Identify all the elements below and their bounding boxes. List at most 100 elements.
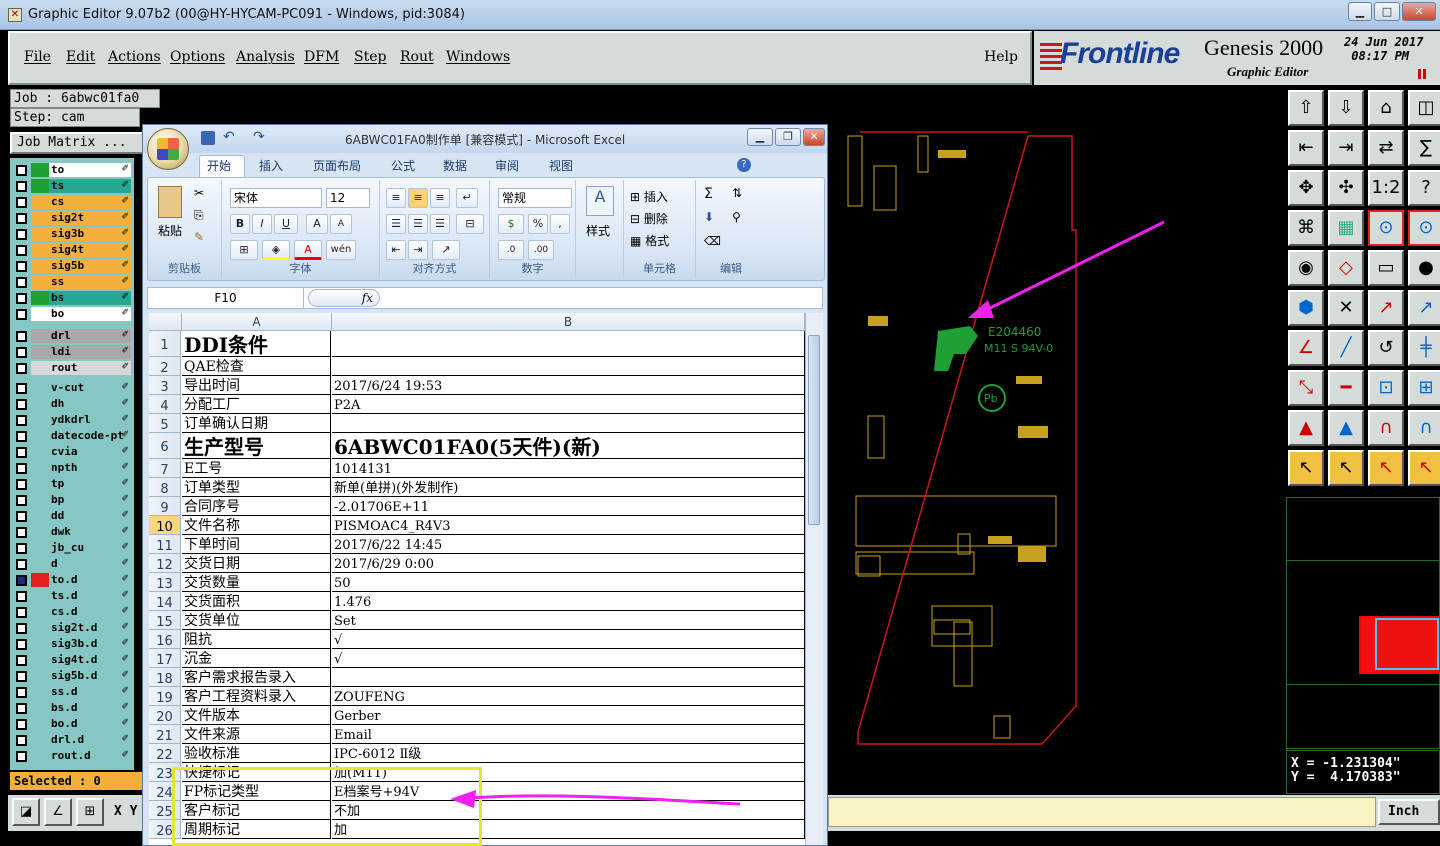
measure-icon[interactable]: ⌘ — [1288, 210, 1324, 246]
layer-row-sig3b.d[interactable]: sig3b.d ✐ — [10, 636, 134, 652]
layer-checkbox[interactable] — [16, 463, 27, 474]
layer-checkbox[interactable] — [16, 575, 27, 586]
layer-checkbox[interactable] — [16, 447, 27, 458]
fit-icon[interactable]: ✥ — [1288, 170, 1324, 206]
menu-windows[interactable]: Windows — [446, 49, 510, 65]
angle-icon[interactable]: ∠ — [1288, 330, 1324, 366]
row-header[interactable]: 17 — [149, 649, 181, 668]
menu-step[interactable]: Step — [354, 49, 386, 65]
layer-checkbox[interactable] — [16, 309, 27, 320]
net-icon[interactable]: ⊙ — [1368, 210, 1404, 246]
layer-row-rout[interactable]: rout ✐ — [10, 360, 134, 376]
row-header[interactable]: 20 — [149, 706, 181, 725]
cell-b[interactable]: ZOUFENG — [332, 687, 805, 706]
align-left-icon[interactable]: ☰ — [386, 214, 406, 234]
font-color-icon[interactable]: A — [294, 240, 322, 260]
row-header[interactable]: 12 — [149, 554, 181, 573]
cell-b[interactable]: 50 — [332, 573, 805, 592]
polygon-icon[interactable]: ◇ — [1328, 250, 1364, 286]
shrink-font-button[interactable]: A — [330, 214, 352, 234]
cell-a[interactable]: 订单类型 — [182, 478, 331, 497]
layer-checkbox[interactable] — [16, 415, 27, 426]
line-red-icon[interactable]: ↗ — [1368, 290, 1404, 326]
tab-review[interactable]: 审阅 — [495, 157, 519, 174]
layer-row-ts[interactable]: ts ✐ — [10, 178, 134, 194]
layer-checkbox[interactable] — [16, 735, 27, 746]
net-alt-icon[interactable]: ⊙ — [1408, 210, 1440, 246]
layer-row-jb_cu[interactable]: jb_cu ✐ — [10, 540, 134, 556]
layer-checkbox[interactable] — [16, 559, 27, 570]
italic-button[interactable]: I — [252, 214, 272, 234]
cell-b[interactable]: 6ABWC01FA0(5天件)(新) — [332, 433, 805, 459]
percent-icon[interactable]: % — [528, 214, 548, 234]
layer-row-bo.d[interactable]: bo.d ✐ — [10, 716, 134, 732]
border-icon[interactable]: ⊞ — [230, 240, 258, 260]
find-icon[interactable]: ⚲ — [732, 210, 741, 224]
cell-b[interactable]: P2A — [332, 395, 805, 414]
layer-checkbox[interactable] — [16, 347, 27, 358]
font-size-select[interactable]: 12 — [326, 188, 370, 208]
cell-b[interactable]: Gerber — [332, 706, 805, 725]
layer-checkbox[interactable] — [16, 623, 27, 634]
menu-analysis[interactable]: Analysis — [236, 49, 295, 65]
layer-row-tp[interactable]: tp ✐ — [10, 476, 134, 492]
record-icon[interactable]: ● — [1408, 250, 1440, 286]
excel-close-button[interactable]: ✕ — [803, 128, 825, 146]
format-cells-button[interactable]: ▦ 格式 — [630, 232, 669, 249]
bold-button[interactable]: B — [230, 214, 250, 234]
layer-row-sig4t[interactable]: sig4t ✐ — [10, 242, 134, 258]
row-header[interactable]: 14 — [149, 592, 181, 611]
cell-b[interactable]: 1014131 — [332, 459, 805, 478]
fill-icon[interactable]: ⬇ — [704, 210, 714, 224]
layer-checkbox[interactable] — [16, 197, 27, 208]
layer-row-rout.d[interactable]: rout.d ✐ — [10, 748, 134, 764]
styles-icon[interactable]: A — [586, 186, 614, 216]
insert-cells-button[interactable]: ⊞ 插入 — [630, 188, 668, 205]
align-right-icon[interactable]: ☰ — [430, 214, 450, 234]
layer-checkbox[interactable] — [16, 719, 27, 730]
layer-checkbox[interactable] — [16, 751, 27, 762]
layer-row-to[interactable]: to ✐ — [10, 162, 134, 178]
home-icon[interactable]: ⌂ — [1368, 90, 1404, 126]
layer-checkbox[interactable] — [16, 671, 27, 682]
snapshot-icon[interactable]: ◉ — [1288, 250, 1324, 286]
layer-checkbox[interactable] — [16, 687, 27, 698]
paste-icon[interactable] — [158, 186, 182, 218]
move-up-icon[interactable]: ⇧ — [1288, 90, 1324, 126]
format-painter-icon[interactable]: ✎ — [194, 230, 204, 244]
split-icon[interactable]: ◫ — [1408, 90, 1440, 126]
copy-node-icon[interactable]: ⤡ — [1288, 370, 1324, 406]
insert-function-button[interactable]: fx — [308, 289, 380, 307]
align-top-icon[interactable]: ≡ — [386, 188, 406, 208]
unit-button[interactable]: Inch — [1378, 799, 1440, 825]
export-icon[interactable]: ⇥ — [1328, 130, 1364, 166]
cell-a[interactable]: QAE检查 — [182, 357, 331, 376]
layer-checkbox[interactable] — [16, 591, 27, 602]
row-header[interactable]: 22 — [149, 744, 181, 763]
row-header[interactable]: 6 — [149, 433, 181, 459]
undo-icon[interactable]: ↶ — [223, 129, 235, 145]
name-box[interactable]: F10 — [148, 288, 304, 308]
cell-a[interactable]: 生产型号 — [182, 433, 331, 459]
tab-page-layout[interactable]: 页面布局 — [313, 157, 361, 174]
row-header[interactable]: 8 — [149, 478, 181, 497]
fill-color-icon[interactable]: ◈ — [262, 240, 290, 260]
cell-a[interactable]: 分配工厂 — [182, 395, 331, 414]
orientation-icon[interactable]: ↗ — [432, 240, 460, 260]
rotate-icon[interactable]: ↺ — [1368, 330, 1404, 366]
menu-edit[interactable]: Edit — [66, 49, 95, 65]
layer-checkbox[interactable] — [16, 639, 27, 650]
layer-row-ss[interactable]: ss ✐ — [10, 274, 134, 290]
align-bottom-icon[interactable]: ≡ — [430, 188, 450, 208]
tab-view[interactable]: 视图 — [549, 157, 573, 174]
cell-b[interactable]: 2017/6/22 14:45 — [332, 535, 805, 554]
cell-a[interactable]: 客户需求报告录入 — [182, 668, 331, 687]
sort-filter-icon[interactable]: ⇅ — [732, 186, 742, 200]
angle-icon[interactable]: ∠ — [44, 798, 72, 826]
layer-row-sig2t.d[interactable]: sig2t.d ✐ — [10, 620, 134, 636]
menu-actions[interactable]: Actions — [108, 49, 161, 65]
layer-row-bs[interactable]: bs ✐ — [10, 290, 134, 306]
tab-home[interactable]: 开始 — [207, 157, 231, 174]
cell-a[interactable]: 验收标准 — [182, 744, 331, 763]
layer-row-cs.d[interactable]: cs.d ✐ — [10, 604, 134, 620]
